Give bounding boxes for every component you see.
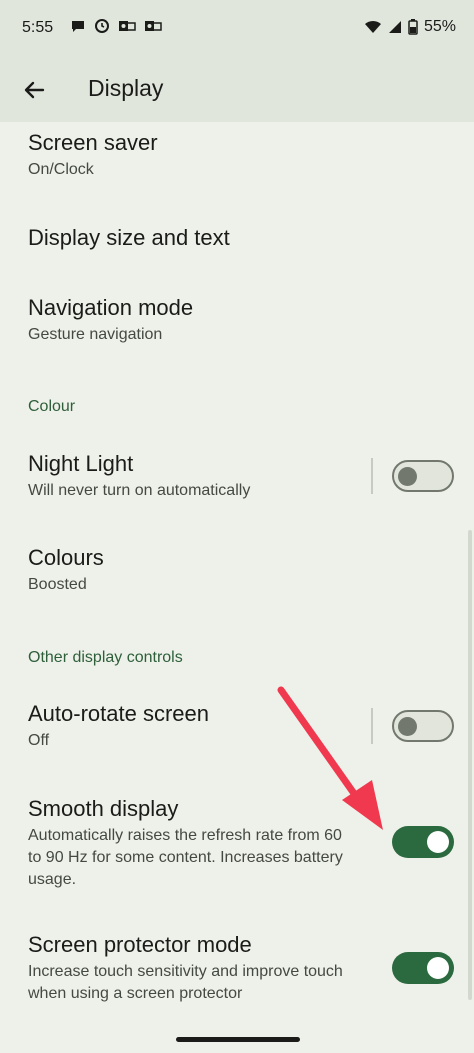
setting-night-light[interactable]: Night Light Will never turn on automatic… xyxy=(28,450,250,502)
auto-rotate-toggle[interactable] xyxy=(392,710,454,742)
switch-knob xyxy=(427,831,449,853)
setting-navigation-mode[interactable]: Navigation mode Gesture navigation xyxy=(28,294,193,346)
subtitle-line: usage. xyxy=(28,871,77,888)
subtitle-line: to 90 Hz for some content. Increases bat… xyxy=(28,849,343,866)
setting-subtitle: Will never turn on automatically xyxy=(28,482,251,499)
setting-subtitle: Automatically raises the refresh rate fr… xyxy=(28,825,343,891)
setting-title: Smooth display xyxy=(28,796,179,821)
chat-icon xyxy=(72,21,84,32)
setting-screen-saver[interactable]: Screen saver On/Clock xyxy=(28,129,158,181)
signal-icon xyxy=(388,21,401,33)
setting-subtitle: Off xyxy=(28,732,50,749)
switch-knob xyxy=(398,717,417,736)
system-icons: 55% xyxy=(364,18,456,36)
battery-icon xyxy=(408,19,418,35)
scrollbar[interactable] xyxy=(468,530,472,1000)
switch-knob xyxy=(427,957,449,979)
smooth-display-toggle[interactable] xyxy=(392,826,454,858)
subtitle-line: Automatically raises the refresh rate fr… xyxy=(28,827,342,844)
setting-smooth-display[interactable]: Smooth display Automatically raises the … xyxy=(28,795,343,891)
outlook-icon xyxy=(145,21,162,31)
wifi-icon xyxy=(364,20,381,33)
back-button[interactable] xyxy=(18,74,50,106)
subtitle-line: when using a screen protector xyxy=(28,985,243,1002)
switch-knob xyxy=(398,467,417,486)
app-bar: Display xyxy=(0,58,474,122)
clock-alert-icon xyxy=(95,19,109,33)
battery-percent: 55% xyxy=(423,18,456,35)
notification-icons xyxy=(70,18,162,34)
subtitle-line: Increase touch sensitivity and improve t… xyxy=(28,963,343,980)
night-light-toggle[interactable] xyxy=(392,460,454,492)
setting-title: Navigation mode xyxy=(28,295,194,320)
arrow-back-icon xyxy=(24,81,45,99)
outlook-icon xyxy=(119,21,136,31)
divider xyxy=(371,708,373,744)
status-bar: 5:55 55% xyxy=(0,0,474,58)
setting-subtitle: Increase touch sensitivity and improve t… xyxy=(28,961,343,1005)
setting-subtitle: On/Clock xyxy=(28,161,94,178)
section-header-colour: Colour xyxy=(28,398,76,415)
setting-screen-protector[interactable]: Screen protector mode Increase touch sen… xyxy=(28,931,343,1005)
status-time: 5:55 xyxy=(22,19,54,36)
setting-colours[interactable]: Colours Boosted xyxy=(28,544,104,596)
setting-title: Colours xyxy=(28,545,104,570)
setting-title: Auto-rotate screen xyxy=(28,701,209,726)
setting-subtitle: Gesture navigation xyxy=(28,326,163,343)
setting-auto-rotate[interactable]: Auto-rotate screen Off xyxy=(28,700,209,752)
setting-title: Display size and text xyxy=(28,225,230,250)
setting-subtitle: Boosted xyxy=(28,576,87,593)
section-header-other: Other display controls xyxy=(28,649,183,666)
setting-display-size[interactable]: Display size and text xyxy=(28,224,230,252)
screen-protector-toggle[interactable] xyxy=(392,952,454,984)
setting-title: Night Light xyxy=(28,451,134,476)
setting-title: Screen protector mode xyxy=(28,932,252,957)
page-title: Display xyxy=(88,75,164,101)
setting-title: Screen saver xyxy=(28,130,158,155)
gesture-nav-bar[interactable] xyxy=(176,1037,300,1042)
divider xyxy=(371,458,373,494)
